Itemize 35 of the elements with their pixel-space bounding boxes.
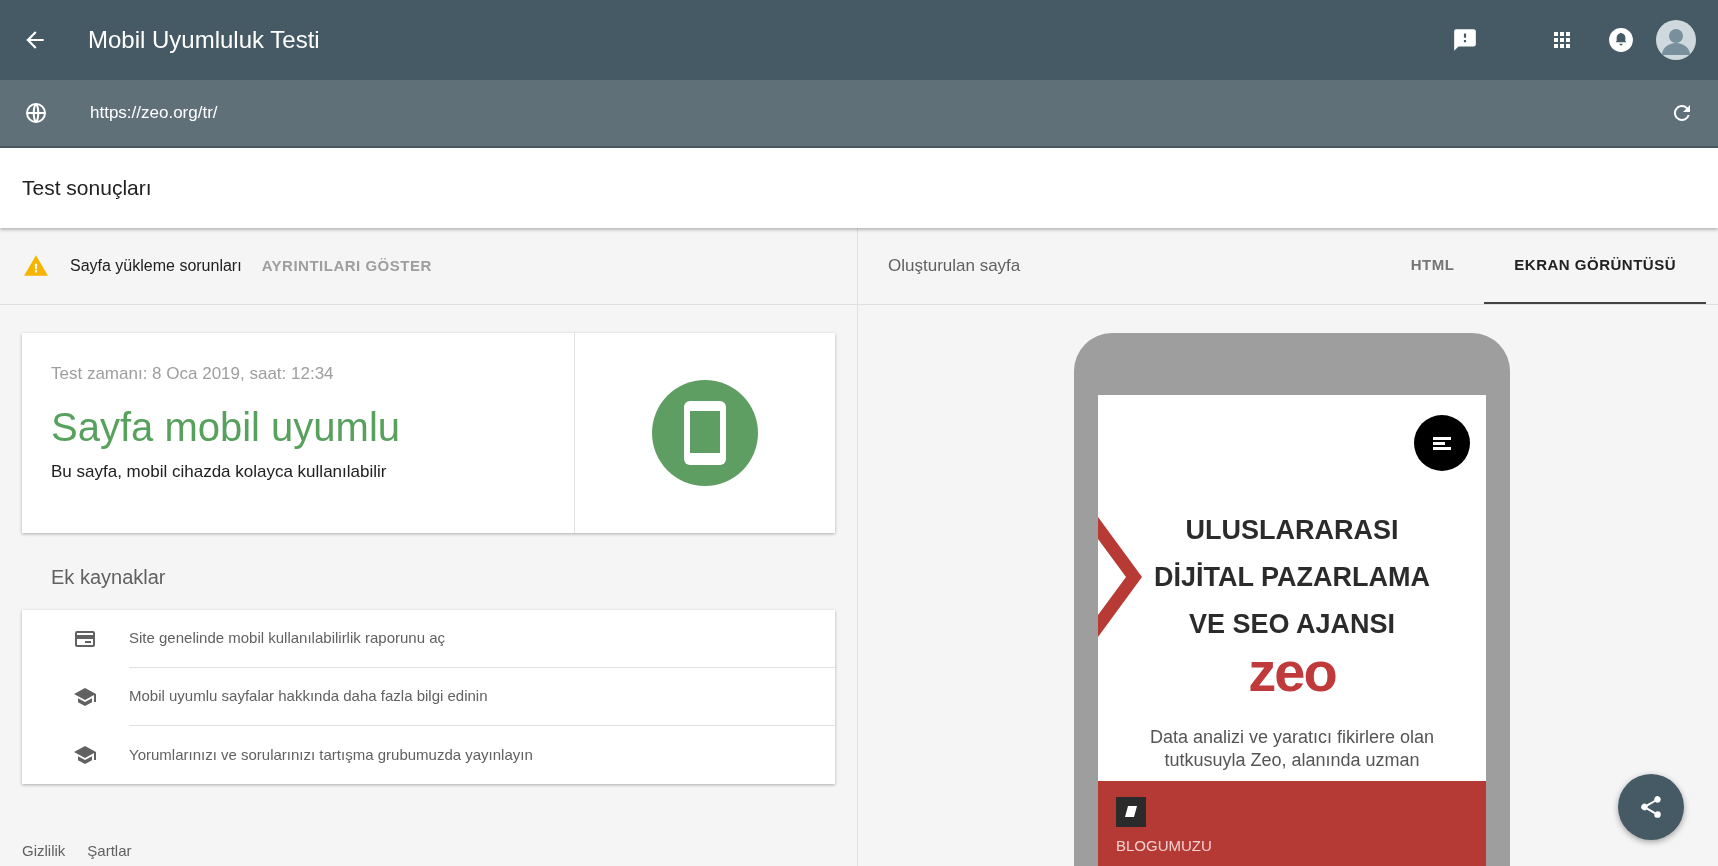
result-headline: Sayfa mobil uyumlu — [51, 403, 402, 451]
zeo-logo: zeo — [1248, 648, 1336, 696]
page-heading-line: DİJİTAL PAZARLAMA — [1154, 561, 1430, 594]
url-bar[interactable]: https://zeo.org/tr/ — [0, 80, 1718, 148]
resource-link[interactable]: Site genelinde mobil kullanılabilirlik raporunu aç — [129, 627, 445, 650]
globe-icon — [24, 101, 48, 125]
warning-icon — [22, 253, 50, 279]
page-heading-line: ULUSLARARASI — [1185, 514, 1399, 547]
notifications-icon[interactable] — [1608, 27, 1634, 53]
school-cap-icon — [73, 685, 97, 709]
feedback-icon[interactable] — [1452, 27, 1478, 53]
resources-title: Ek kaynaklar — [51, 565, 167, 590]
issue-label: Sayfa yükleme sorunları — [70, 256, 242, 276]
share-icon — [1638, 794, 1664, 820]
url-text: https://zeo.org/tr/ — [90, 102, 218, 125]
page-paragraph: Data analizi ve yaratıcı fikirlere olan tutkusuyla Zeo, alanında uzman — [1148, 726, 1436, 772]
share-button[interactable] — [1618, 774, 1684, 840]
app-title: Mobil Uyumluluk Testi — [88, 25, 320, 55]
school-cap-icon — [73, 743, 97, 767]
footer-link[interactable]: Şartlar — [87, 839, 132, 862]
result-description: Bu sayfa, mobil cihazda kolayca kullanılabilir — [51, 460, 388, 483]
test-time: Test zamanı: 8 Oca 2019, saat: 12:34 — [51, 363, 335, 385]
menu-button[interactable] — [1414, 415, 1470, 471]
tab[interactable]: HTML — [1380, 228, 1485, 304]
banner-link[interactable]: BLOGUMUZU — [1116, 837, 1468, 855]
mobile-phone-icon — [652, 380, 758, 486]
footer-link[interactable]: Gizlilik — [22, 839, 66, 862]
resource-link[interactable]: Yorumlarınızı ve sorularınızı tartışma grubumuzda yayınlayın — [129, 743, 533, 767]
preview-title: Oluşturulan sayfa — [888, 255, 1021, 278]
section-title: Test sonuçları — [22, 175, 152, 202]
resource-link[interactable]: Mobil uyumlu sayfalar hakkında daha fazla bilgi edinin — [129, 685, 488, 708]
avatar[interactable] — [1656, 20, 1696, 60]
tab[interactable]: EKRAN GÖRÜNTÜSÜ — [1484, 228, 1706, 304]
book-icon — [1116, 797, 1146, 827]
page-heading-line: VE SEO AJANSI — [1188, 608, 1396, 641]
